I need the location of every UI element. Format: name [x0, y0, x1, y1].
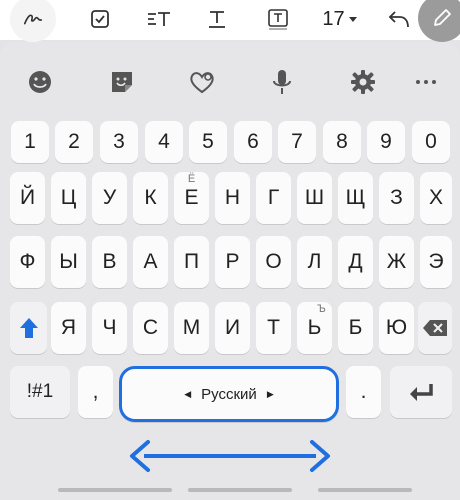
- key-letter[interactable]: Г: [256, 172, 291, 224]
- key-letter[interactable]: Д: [338, 236, 373, 288]
- undo-button[interactable]: [384, 0, 414, 38]
- checkbox-button[interactable]: [86, 0, 114, 38]
- key-8[interactable]: 8: [323, 121, 361, 163]
- text-underline-button[interactable]: [204, 0, 230, 38]
- handwriting-icon: [23, 14, 43, 25]
- undo-icon: [388, 11, 409, 28]
- checkbox-icon: [91, 10, 109, 28]
- voice-input-button[interactable]: [264, 64, 300, 100]
- period-key[interactable]: .: [346, 366, 381, 418]
- font-size-value: 17: [322, 7, 345, 30]
- backspace-key[interactable]: [418, 302, 452, 354]
- text-box-button[interactable]: [264, 0, 292, 38]
- text-style-icon: [148, 12, 170, 26]
- microphone-icon: [273, 70, 291, 94]
- key-9[interactable]: 9: [367, 121, 405, 163]
- key-alt-char: Ё: [187, 173, 196, 185]
- sticker-icon: [112, 72, 132, 92]
- key-letter[interactable]: Ц: [51, 172, 86, 224]
- key-letter[interactable]: Й: [10, 172, 45, 224]
- key-letter[interactable]: Л: [297, 236, 332, 288]
- key-letter[interactable]: ЁЕ: [174, 172, 209, 224]
- key-letter[interactable]: М: [174, 302, 209, 354]
- key-letter[interactable]: Ф: [10, 236, 45, 288]
- enter-icon: [410, 384, 433, 401]
- key-letter[interactable]: Ж: [379, 236, 414, 288]
- heart-emoji-button[interactable]: [184, 64, 220, 100]
- key-letter[interactable]: Т: [256, 302, 291, 354]
- key-letter[interactable]: Щ: [338, 172, 373, 224]
- key-letter[interactable]: Ч: [92, 302, 127, 354]
- keyboard-screen: 17 1 2 3 4 5 6 7 8 9 0 Й Ц У К Ё Е Н Г Ш…: [0, 0, 460, 500]
- settings-icon: [351, 70, 375, 94]
- settings-button[interactable]: [345, 64, 381, 100]
- enter-key[interactable]: [390, 366, 452, 418]
- key-4[interactable]: 4: [145, 121, 183, 163]
- key-0[interactable]: 0: [412, 121, 450, 163]
- key-5[interactable]: 5: [189, 121, 227, 163]
- key-letter[interactable]: Ы: [51, 236, 86, 288]
- swipe-arrow-annotation: [128, 438, 332, 479]
- nav-handle-left: [58, 488, 172, 492]
- key-letter[interactable]: И: [215, 302, 250, 354]
- key-letter[interactable]: Ю: [379, 302, 414, 354]
- language-label: Русский: [201, 385, 257, 403]
- pen-icon: [434, 9, 451, 26]
- key-alt-char: Ъ: [317, 303, 326, 315]
- handwriting-button[interactable]: [10, 0, 56, 42]
- key-letter[interactable]: Н: [215, 172, 250, 224]
- key-letter[interactable]: Э: [420, 236, 452, 288]
- key-letter[interactable]: С: [133, 302, 168, 354]
- key-letter[interactable]: Ш: [297, 172, 332, 224]
- double-arrow-icon: [130, 440, 330, 472]
- key-6[interactable]: 6: [234, 121, 272, 163]
- key-3[interactable]: 3: [100, 121, 138, 163]
- key-letter[interactable]: О: [256, 236, 291, 288]
- editor-toolbar: 17: [0, 0, 460, 42]
- more-icon: [416, 80, 436, 84]
- chevron-down-icon: [348, 17, 357, 22]
- keyboard-toolbar: [0, 42, 460, 118]
- comma-key[interactable]: ,: [78, 366, 113, 418]
- nav-handle-center: [188, 488, 292, 492]
- more-button[interactable]: [408, 64, 444, 100]
- text-box-icon: [268, 9, 288, 30]
- key-2[interactable]: 2: [55, 121, 93, 163]
- key-letter[interactable]: Б: [338, 302, 373, 354]
- text-style-button[interactable]: [144, 0, 174, 38]
- space-bar-content: ◀ Русский ▶: [184, 386, 274, 403]
- language-prev-icon: ◀: [184, 388, 192, 399]
- key-letter[interactable]: П: [174, 236, 209, 288]
- emoji-icon: [29, 71, 51, 93]
- key-letter[interactable]: Х: [420, 172, 452, 224]
- backspace-icon: [423, 320, 447, 336]
- emoji-button[interactable]: [22, 64, 58, 100]
- key-letter[interactable]: А: [133, 236, 168, 288]
- key-letter[interactable]: Я: [51, 302, 86, 354]
- pen-button[interactable]: [418, 0, 460, 42]
- key-1[interactable]: 1: [11, 121, 49, 163]
- space-bar[interactable]: ◀ Русский ▶: [119, 366, 339, 422]
- sticker-button[interactable]: [104, 64, 140, 100]
- key-7[interactable]: 7: [278, 121, 316, 163]
- key-letter[interactable]: ЪЬ: [297, 302, 332, 354]
- key-letter[interactable]: В: [92, 236, 127, 288]
- shift-key[interactable]: [10, 302, 47, 354]
- key-letter[interactable]: К: [133, 172, 168, 224]
- font-size-dropdown[interactable]: 17: [316, 0, 364, 38]
- heart-emoji-icon: [190, 72, 214, 94]
- key-letter[interactable]: У: [92, 172, 127, 224]
- symbols-key[interactable]: !#1: [10, 366, 70, 418]
- text-underline-icon: [209, 11, 225, 28]
- shift-arrow-icon: [19, 318, 38, 338]
- keyboard: 1 2 3 4 5 6 7 8 9 0 Й Ц У К ЁЕ Н Г Ш Щ З…: [0, 42, 460, 500]
- language-next-icon: ▶: [266, 388, 274, 399]
- nav-handle-right: [318, 488, 412, 492]
- key-letter[interactable]: З: [379, 172, 414, 224]
- key-letter[interactable]: Р: [215, 236, 250, 288]
